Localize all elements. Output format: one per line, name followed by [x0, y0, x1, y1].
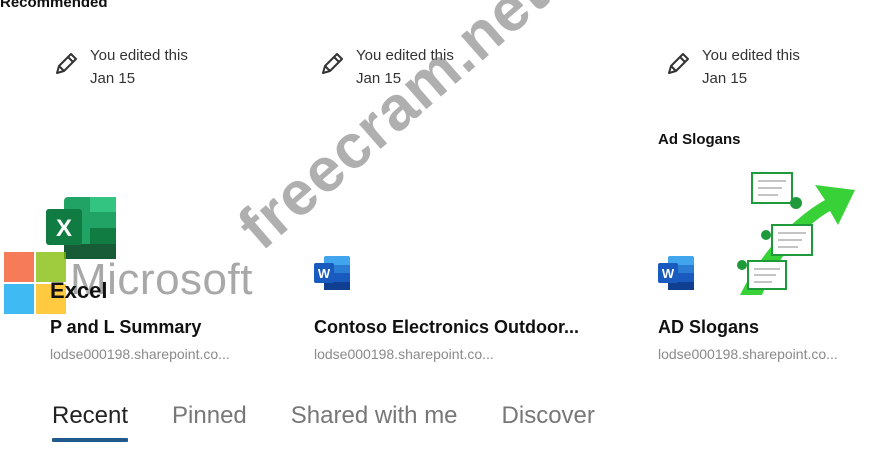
edit-info-3: You edited this Jan 15: [664, 44, 800, 90]
file-location: lodse000198.sharepoint.co...: [314, 346, 494, 362]
app-label: Excel: [50, 278, 108, 303]
svg-text:W: W: [662, 266, 675, 281]
edited-text: You edited this: [90, 47, 188, 64]
edit-info-2: You edited this Jan 15: [318, 44, 454, 90]
svg-text:X: X: [56, 215, 72, 242]
file-location: lodse000198.sharepoint.co...: [658, 346, 838, 362]
file-name-link[interactable]: AD Slogans: [658, 317, 759, 338]
file-location: lodse000198.sharepoint.co...: [50, 346, 230, 362]
tab-pinned[interactable]: Pinned: [172, 402, 247, 438]
edit-pencil-icon: [668, 53, 689, 74]
edit-pencil-icon: [322, 53, 343, 74]
edited-text: You edited this: [702, 47, 800, 64]
file-tabs: Recent Pinned Shared with me Discover: [52, 402, 639, 442]
word-icon: W: [314, 256, 350, 290]
edited-date: Jan 15: [90, 70, 136, 87]
slogans-thumbnail: [737, 172, 855, 295]
edit-pencil-icon: [56, 53, 77, 74]
edited-date: Jan 15: [356, 70, 402, 87]
file-name-link[interactable]: P and L Summary: [50, 317, 201, 338]
edited-date: Jan 15: [702, 70, 748, 87]
edit-info-1: You edited this Jan 15: [52, 44, 188, 90]
tab-recent[interactable]: Recent: [52, 402, 129, 442]
watermark-text: freecram.net: [225, 0, 561, 263]
edited-text: You edited this: [356, 47, 454, 64]
svg-text:W: W: [318, 266, 331, 281]
file-name-link[interactable]: Contoso Electronics Outdoor...: [314, 317, 579, 338]
tab-discover[interactable]: Discover: [502, 402, 595, 438]
section-title: Recommended: [0, 0, 108, 11]
tab-shared-with-me[interactable]: Shared with me: [291, 402, 458, 438]
word-icon: W: [658, 256, 694, 290]
preview-title: Ad Slogans: [658, 131, 741, 148]
excel-icon: X: [46, 197, 116, 259]
